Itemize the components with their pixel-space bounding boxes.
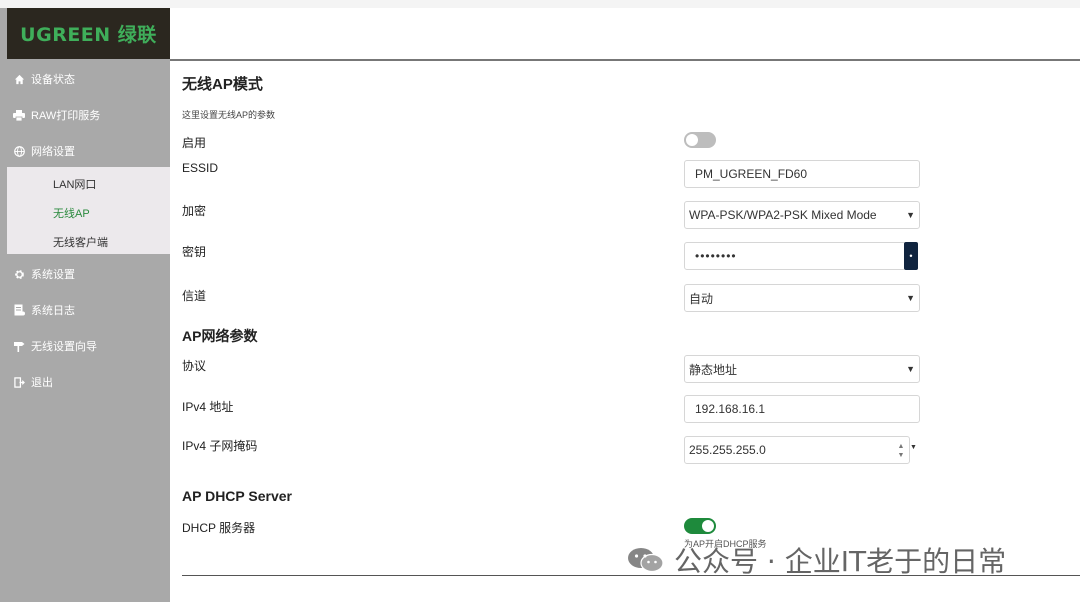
submenu-item-wireless-client[interactable]: 无线客户端 [53, 234, 108, 250]
ipv4-input[interactable]: 192.168.16.1 [684, 395, 920, 423]
essid-input[interactable]: PM_UGREEN_FD60 [684, 160, 920, 188]
chevron-down-icon: ▼ [906, 210, 915, 220]
submenu-item-wireless-ap[interactable]: 无线AP [53, 205, 90, 221]
signpost-icon [13, 340, 25, 352]
encryption-select[interactable]: WPA-PSK/WPA2-PSK Mixed Mode ▼ [684, 201, 920, 229]
exit-icon [13, 376, 25, 388]
dhcp-label: DHCP 服务器 [182, 521, 256, 535]
watermark-text: 公众号 · 企业IT老于的日常 [674, 545, 1007, 578]
ap-network-section-title: AP网络参数 [182, 328, 258, 344]
submenu-item-lan[interactable]: LAN网口 [53, 176, 96, 192]
sidebar-item-wireless-wizard[interactable]: 无线设置向导 [0, 331, 170, 361]
eye-icon: • [909, 251, 913, 261]
globe-icon [13, 145, 25, 157]
printer-icon [13, 109, 25, 121]
dhcp-toggle[interactable] [684, 518, 716, 534]
page-title: 无线AP模式 [182, 76, 263, 93]
log-icon [13, 304, 25, 316]
encryption-label: 加密 [182, 204, 207, 218]
network-submenu: LAN网口 无线AP 无线客户端 [7, 167, 170, 254]
encryption-value: WPA-PSK/WPA2-PSK Mixed Mode [689, 208, 877, 222]
spin-up-icon: ▲ [897, 443, 905, 450]
main-content: 无线AP模式 这里设置无线AP的参数 启用 ESSID PM_UGREEN_FD… [182, 60, 1080, 602]
key-label: 密钥 [182, 245, 207, 259]
protocol-value: 静态地址 [689, 362, 738, 377]
home-icon [13, 73, 25, 85]
netmask-spinner[interactable]: ▲ ▼ [894, 438, 908, 464]
netmask-input[interactable]: 255.255.255.0 [684, 436, 910, 464]
toggle-knob [702, 520, 714, 532]
show-password-button[interactable]: • [904, 242, 918, 270]
gear-icon [13, 268, 25, 280]
channel-label: 信道 [182, 289, 207, 303]
brand-logo: UGREEN 绿联 [7, 8, 170, 59]
sidebar-item-label: 设备状态 [31, 74, 75, 86]
enable-toggle[interactable] [684, 132, 716, 148]
sidebar-item-logout[interactable]: 退出 [0, 367, 170, 397]
channel-value: 自动 [689, 291, 714, 306]
chevron-down-icon: ▼ [906, 293, 915, 303]
sidebar-item-network-settings[interactable]: 网络设置 [0, 136, 170, 166]
dhcp-section-title: AP DHCP Server [182, 488, 292, 504]
sidebar-item-raw-print[interactable]: RAW打印服务 [0, 100, 170, 130]
top-header-bar [170, 8, 1080, 61]
netmask-dropdown-icon[interactable]: ▼ [910, 444, 917, 451]
sidebar: UGREEN 绿联 设备状态 RAW打印服务 网络设置 LAN网口 无线AP 无… [0, 8, 170, 602]
toggle-knob [686, 134, 698, 146]
spin-down-icon: ▼ [897, 452, 905, 459]
sidebar-item-system-log[interactable]: 系统日志 [0, 295, 170, 325]
logo-text: UGREEN 绿联 [20, 24, 157, 46]
protocol-select[interactable]: 静态地址 ▼ [684, 355, 920, 383]
essid-label: ESSID [182, 161, 219, 175]
channel-select[interactable]: 自动 ▼ [684, 284, 920, 312]
page-description: 这里设置无线AP的参数 [182, 110, 276, 120]
chevron-down-icon: ▼ [906, 364, 915, 374]
sidebar-item-device-status[interactable]: 设备状态 [0, 64, 170, 94]
ipv4-label: IPv4 地址 [182, 400, 234, 414]
wechat-icon [628, 548, 664, 573]
key-input[interactable]: •••••••• [684, 242, 906, 270]
watermark: 公众号 · 企业IT老于的日常 [626, 540, 1006, 580]
protocol-label: 协议 [182, 359, 207, 373]
sidebar-item-system-settings[interactable]: 系统设置 [0, 259, 170, 289]
enable-label: 启用 [182, 136, 207, 150]
netmask-label: IPv4 子网掩码 [182, 439, 258, 453]
sidebar-item-label: 无线设置向导 [31, 341, 97, 353]
sidebar-item-label: RAW打印服务 [31, 110, 101, 122]
sidebar-item-label: 网络设置 [31, 146, 75, 158]
sidebar-item-label: 系统设置 [31, 269, 75, 281]
sidebar-item-label: 系统日志 [31, 305, 75, 317]
sidebar-item-label: 退出 [31, 377, 53, 389]
